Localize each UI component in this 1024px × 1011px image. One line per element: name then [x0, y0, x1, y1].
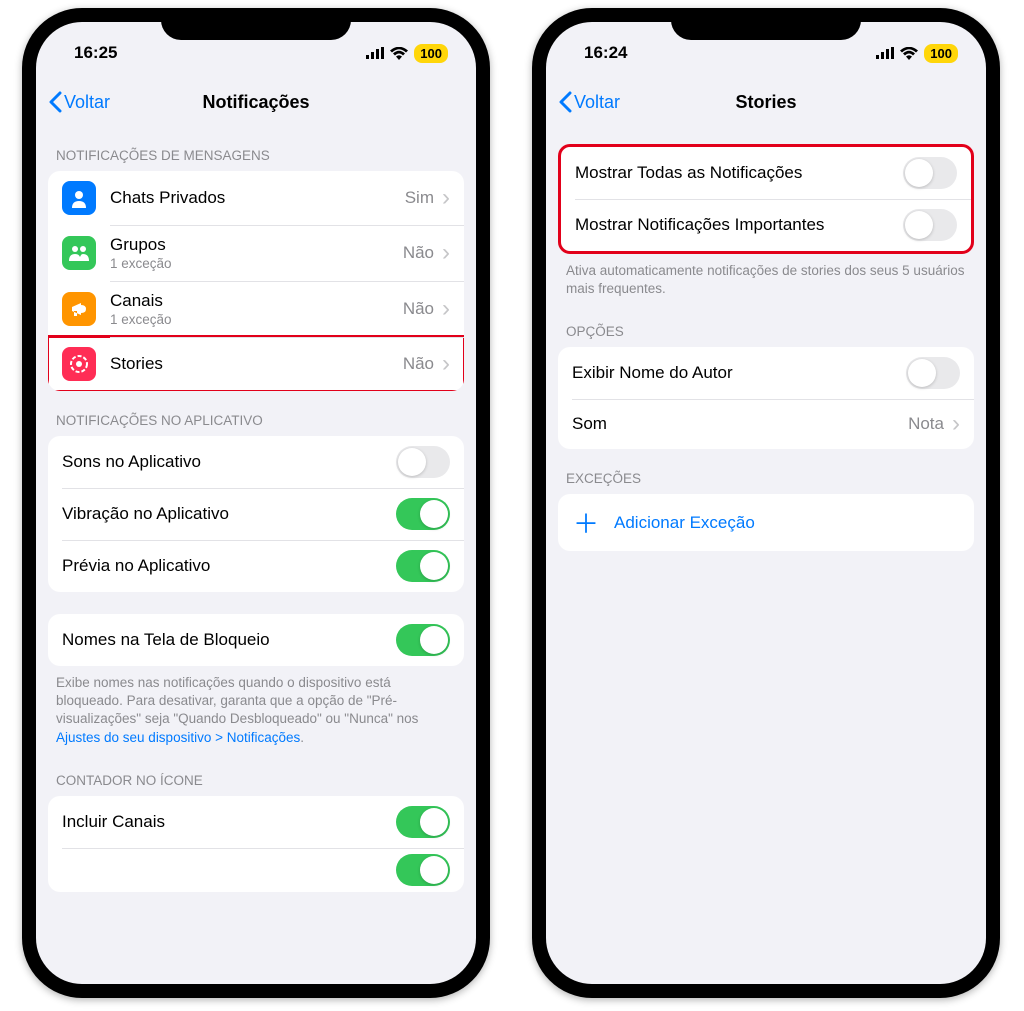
row-label: Adicionar Exceção — [614, 513, 755, 533]
group-messages: Chats Privados Sim › Grupos 1 exceção Nã… — [48, 171, 464, 391]
row-label: Som — [572, 414, 908, 434]
row-vibracao-aplicativo[interactable]: Vibração no Aplicativo — [48, 488, 464, 540]
row-next-partial[interactable] — [48, 848, 464, 892]
row-previa-aplicativo[interactable]: Prévia no Aplicativo — [48, 540, 464, 592]
signal-icon — [366, 47, 384, 59]
chevron-right-icon: › — [952, 412, 960, 436]
row-label: Nomes na Tela de Bloqueio — [62, 630, 396, 650]
plus-icon: ＋ — [572, 504, 600, 541]
row-stories[interactable]: Stories Não › — [48, 337, 464, 391]
toggle-partial[interactable] — [396, 854, 450, 886]
group-stories-toggles: Mostrar Todas as Notificações Mostrar No… — [558, 144, 974, 254]
notch — [671, 8, 861, 40]
toggle-incluir-canais[interactable] — [396, 806, 450, 838]
row-label: Mostrar Notificações Importantes — [575, 215, 903, 235]
content-left[interactable]: NOTIFICAÇÕES DE MENSAGENS Chats Privados… — [36, 126, 476, 902]
row-label: Canais — [110, 291, 403, 311]
row-sublabel: 1 exceção — [110, 256, 403, 271]
back-label: Voltar — [64, 92, 110, 113]
toggle-vibracao[interactable] — [396, 498, 450, 530]
group-opcoes: Exibir Nome do Autor Som Nota › — [558, 347, 974, 449]
section-footer-stories: Ativa automaticamente notificações de st… — [546, 254, 986, 302]
row-label: Mostrar Todas as Notificações — [575, 163, 903, 183]
row-label: Exibir Nome do Autor — [572, 363, 906, 383]
chevron-left-icon — [48, 91, 62, 113]
wifi-icon — [390, 47, 408, 60]
row-label: Incluir Canais — [62, 812, 396, 832]
row-label: Prévia no Aplicativo — [62, 556, 396, 576]
toggle-previa[interactable] — [396, 550, 450, 582]
group-excecoes: ＋ Adicionar Exceção — [558, 494, 974, 551]
section-header-excecoes: EXCEÇÕES — [546, 449, 986, 494]
battery-badge: 100 — [414, 44, 448, 63]
screen-right: 16:24 100 Voltar Stories Most — [546, 22, 986, 984]
row-canais[interactable]: Canais 1 exceção Não › — [48, 281, 464, 337]
row-label: Vibração no Aplicativo — [62, 504, 396, 524]
row-value: Sim — [405, 188, 434, 208]
group-badge: Incluir Canais — [48, 796, 464, 892]
battery-badge: 100 — [924, 44, 958, 63]
toggle-lockscreen[interactable] — [396, 624, 450, 656]
section-header-messages: NOTIFICAÇÕES DE MENSAGENS — [36, 126, 476, 171]
back-label: Voltar — [574, 92, 620, 113]
row-value: Não — [403, 354, 434, 374]
row-som[interactable]: Som Nota › — [558, 399, 974, 449]
signal-icon — [876, 47, 894, 59]
row-value: Não — [403, 243, 434, 263]
notch — [161, 8, 351, 40]
phone-left: 16:25 100 Voltar Notificações NOTIFICAÇÕ… — [22, 8, 490, 998]
row-incluir-canais[interactable]: Incluir Canais — [48, 796, 464, 848]
row-sublabel: 1 exceção — [110, 312, 403, 327]
row-value: Não — [403, 299, 434, 319]
chevron-right-icon: › — [442, 352, 450, 376]
group-icon — [62, 236, 96, 270]
footer-text-end: . — [300, 730, 304, 745]
row-label: Sons no Aplicativo — [62, 452, 396, 472]
chevron-right-icon: › — [442, 297, 450, 321]
row-sons-aplicativo[interactable]: Sons no Aplicativo — [48, 436, 464, 488]
row-exibir-nome-autor[interactable]: Exibir Nome do Autor — [558, 347, 974, 399]
status-indicators: 100 — [366, 44, 448, 63]
back-button[interactable]: Voltar — [558, 91, 620, 113]
section-footer-lockscreen: Exibe nomes nas notificações quando o di… — [36, 666, 476, 751]
section-header-inapp: NOTIFICAÇÕES NO APLICATIVO — [36, 391, 476, 436]
toggle-mostrar-todas[interactable] — [903, 157, 957, 189]
footer-text: Exibe nomes nas notificações quando o di… — [56, 675, 418, 726]
toggle-mostrar-importantes[interactable] — [903, 209, 957, 241]
screen-left: 16:25 100 Voltar Notificações NOTIFICAÇÕ… — [36, 22, 476, 984]
group-inapp: Sons no Aplicativo Vibração no Aplicativ… — [48, 436, 464, 592]
back-button[interactable]: Voltar — [48, 91, 110, 113]
row-label: Chats Privados — [110, 188, 405, 208]
chevron-right-icon: › — [442, 241, 450, 265]
row-chats-privados[interactable]: Chats Privados Sim › — [48, 171, 464, 225]
section-header-badge: CONTADOR NO ÍCONE — [36, 751, 476, 796]
chevron-right-icon: › — [442, 186, 450, 210]
person-icon — [62, 181, 96, 215]
group-lockscreen: Nomes na Tela de Bloqueio — [48, 614, 464, 666]
megaphone-icon — [62, 292, 96, 326]
section-header-opcoes: OPÇÕES — [546, 302, 986, 347]
toggle-sons[interactable] — [396, 446, 450, 478]
phone-right: 16:24 100 Voltar Stories Most — [532, 8, 1000, 998]
status-time: 16:24 — [584, 43, 627, 63]
row-nomes-bloqueio[interactable]: Nomes na Tela de Bloqueio — [48, 614, 464, 666]
footer-link[interactable]: Ajustes do seu dispositivo > Notificaçõe… — [56, 730, 300, 745]
row-mostrar-todas[interactable]: Mostrar Todas as Notificações — [561, 147, 971, 199]
toggle-exibir-autor[interactable] — [906, 357, 960, 389]
wifi-icon — [900, 47, 918, 60]
stories-icon — [62, 347, 96, 381]
chevron-left-icon — [558, 91, 572, 113]
status-indicators: 100 — [876, 44, 958, 63]
nav-bar: Voltar Stories — [546, 78, 986, 126]
row-value: Nota — [908, 414, 944, 434]
row-grupos[interactable]: Grupos 1 exceção Não › — [48, 225, 464, 281]
content-right[interactable]: Mostrar Todas as Notificações Mostrar No… — [546, 126, 986, 561]
row-adicionar-excecao[interactable]: ＋ Adicionar Exceção — [558, 494, 974, 551]
row-label: Stories — [110, 354, 403, 374]
row-label: Grupos — [110, 235, 403, 255]
row-mostrar-importantes[interactable]: Mostrar Notificações Importantes — [561, 199, 971, 251]
nav-bar: Voltar Notificações — [36, 78, 476, 126]
status-time: 16:25 — [74, 43, 117, 63]
